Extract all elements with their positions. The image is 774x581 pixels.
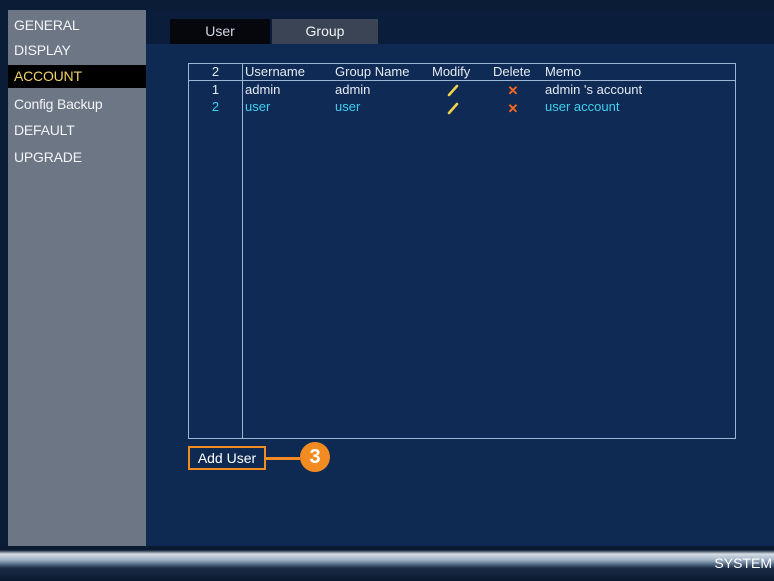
pencil-icon[interactable] [446,83,460,97]
bottom-bar [0,546,774,581]
app-window: GENERAL DISPLAY ACCOUNT Config Backup DE… [0,0,774,581]
row-username: user [245,99,271,114]
sidebar-item-account[interactable]: ACCOUNT [8,65,146,88]
callout-line [266,457,300,460]
row-memo: admin 's account [545,82,643,97]
row-number: 1 [211,82,220,97]
row-username: admin [245,82,281,97]
sidebar: GENERAL DISPLAY ACCOUNT Config Backup DE… [8,10,146,546]
header-modify: Modify [432,64,471,79]
header-memo[interactable]: Memo [545,64,581,80]
row-group: admin [335,82,371,97]
close-icon[interactable]: ✕ [507,84,519,97]
sidebar-item-upgrade[interactable]: UPGRADE [8,146,146,169]
row-memo: user account [545,99,620,114]
account-panel: User Group 2 Username Group Name Modify … [146,10,774,546]
tab-user[interactable]: User [170,19,270,44]
sidebar-item-config-backup[interactable]: Config Backup [8,93,146,116]
pencil-icon[interactable] [446,101,460,115]
tab-bar: User Group [146,10,774,44]
system-label[interactable]: SYSTEM [714,553,772,573]
tab-group[interactable]: Group [272,19,378,44]
sidebar-item-display[interactable]: DISPLAY [8,39,146,62]
callout-badge: 3 [300,442,330,472]
add-user-button[interactable]: Add User [188,446,266,470]
close-icon[interactable]: ✕ [507,102,519,115]
header-group-name[interactable]: Group Name [335,64,409,80]
sidebar-item-default[interactable]: DEFAULT [8,119,146,142]
sidebar-item-general[interactable]: GENERAL [8,14,146,37]
header-username[interactable]: Username [245,64,305,80]
user-table: 2 Username Group Name Modify Delete Memo… [188,63,736,439]
row-number: 2 [211,99,220,114]
user-count: 2 [211,64,220,79]
header-delete: Delete [493,64,531,79]
column-divider [242,64,243,438]
row-group: user [335,99,361,114]
header-divider [189,80,735,81]
